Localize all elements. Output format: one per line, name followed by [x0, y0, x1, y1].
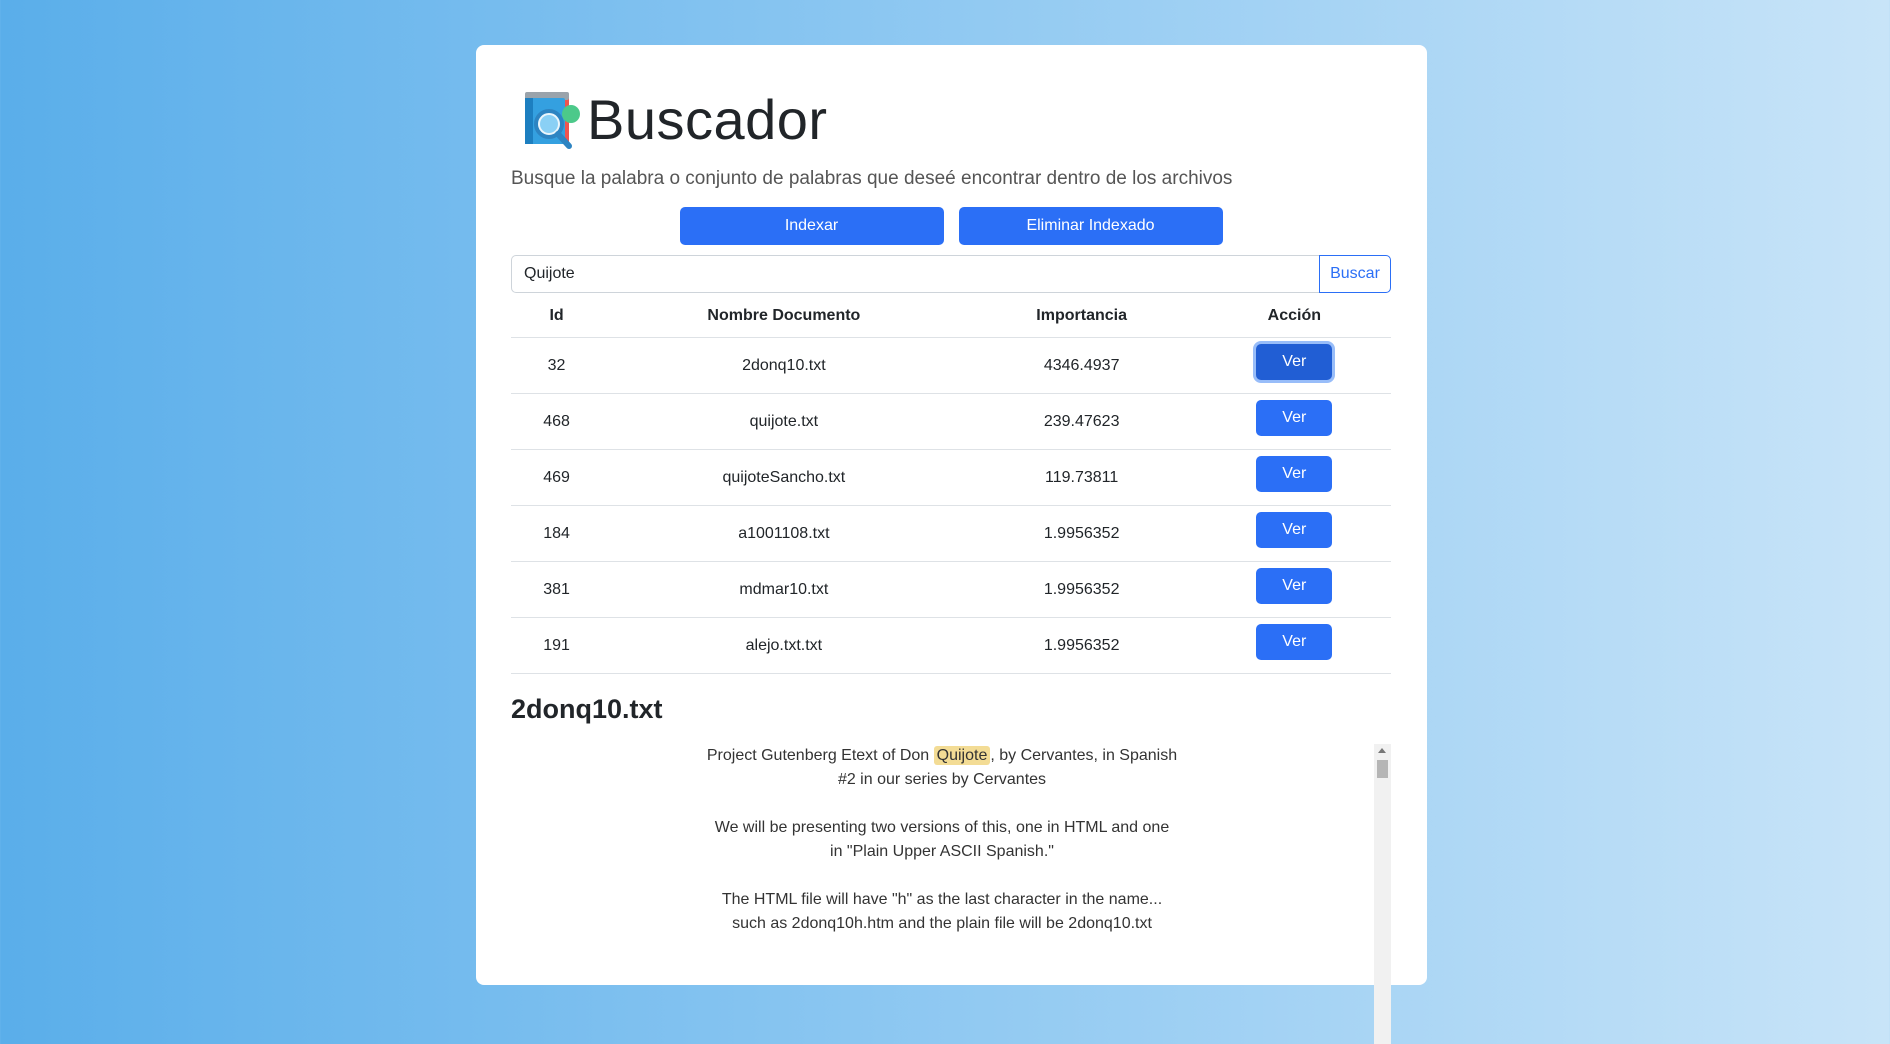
search-input[interactable] — [511, 255, 1319, 293]
results-table: Id Nombre Documento Importancia Acción 3… — [511, 295, 1391, 674]
text-segment: Project Gutenberg Etext of Don — [706, 747, 934, 764]
cell-importance: 4346.4937 — [965, 337, 1198, 394]
cell-action: Ver — [1197, 505, 1391, 562]
card-content: Buscador Busque la palabra o conjunto de… — [511, 85, 1391, 1044]
text-line: #2 in our series by Cervantes — [837, 771, 1047, 788]
app-title: Buscador — [587, 88, 828, 151]
app-header: Buscador — [511, 85, 1391, 155]
cell-document-name: 2donq10.txt — [602, 337, 966, 394]
table-row: 32 2donq10.txt 4346.4937 Ver — [511, 337, 1391, 394]
document-scrollbar[interactable] — [1374, 744, 1391, 1044]
view-button[interactable]: Ver — [1256, 512, 1333, 548]
search-highlight: Quijote — [933, 746, 991, 765]
table-row: 469 quijoteSancho.txt 119.73811 Ver — [511, 449, 1391, 506]
text-line: The HTML file will have "h" as the last … — [721, 891, 1163, 908]
table-row: 468 quijote.txt 239.47623 Ver — [511, 393, 1391, 450]
text-line: We will be presenting two versions of th… — [714, 819, 1170, 836]
cell-importance: 1.9956352 — [965, 617, 1198, 674]
table-row: 191 alejo.txt.txt 1.9956352 Ver — [511, 617, 1391, 674]
scroll-up-arrow-icon[interactable] — [1378, 748, 1386, 753]
main-card: Buscador Busque la palabra o conjunto de… — [476, 45, 1427, 1044]
search-bar: Buscar — [511, 255, 1391, 293]
view-button[interactable]: Ver — [1256, 624, 1333, 660]
cell-id: 184 — [511, 505, 603, 562]
book-search-icon — [525, 92, 580, 149]
cell-importance: 119.73811 — [965, 449, 1198, 506]
document-title: 2donq10.txt — [511, 694, 663, 724]
cell-action: Ver — [1197, 449, 1391, 506]
view-button[interactable]: Ver — [1256, 456, 1333, 492]
scroll-thumb[interactable] — [1377, 760, 1388, 778]
text-segment: , by Cervantes, in Spanish — [990, 747, 1178, 764]
text-line: in "Plain Upper ASCII Spanish." — [830, 843, 1054, 860]
cell-document-name: quijote.txt — [602, 393, 966, 450]
cell-id: 468 — [511, 393, 603, 450]
cell-id: 32 — [511, 337, 603, 394]
table-row: 184 a1001108.txt 1.9956352 Ver — [511, 505, 1391, 562]
action-buttons: Indexar Eliminar Indexado — [511, 207, 1391, 245]
header-document-name: Nombre Documento — [602, 295, 966, 338]
header-action: Acción — [1197, 295, 1391, 338]
cell-importance: 1.9956352 — [965, 505, 1198, 562]
cell-action: Ver — [1197, 561, 1391, 618]
cell-action: Ver — [1197, 393, 1391, 450]
cell-importance: 1.9956352 — [965, 561, 1198, 618]
cell-id: 191 — [511, 617, 603, 674]
view-button[interactable]: Ver — [1256, 568, 1333, 604]
cell-document-name: quijoteSancho.txt — [602, 449, 966, 506]
table-header-row: Id Nombre Documento Importancia Acción — [511, 295, 1391, 338]
delete-index-button[interactable]: Eliminar Indexado — [958, 207, 1223, 245]
header-id: Id — [511, 295, 603, 338]
view-button[interactable]: Ver — [1256, 344, 1333, 380]
cell-id: 469 — [511, 449, 603, 506]
cell-id: 381 — [511, 561, 603, 618]
text-line: such as 2donq10h.htm and the plain file … — [732, 915, 1152, 932]
document-viewer[interactable]: Project Gutenberg Etext of Don Quijote, … — [511, 744, 1391, 1044]
view-button[interactable]: Ver — [1256, 400, 1333, 436]
index-button[interactable]: Indexar — [679, 207, 944, 245]
search-button[interactable]: Buscar — [1319, 255, 1391, 293]
cell-document-name: mdmar10.txt — [602, 561, 966, 618]
document-text: Project Gutenberg Etext of Don Quijote, … — [511, 744, 1373, 936]
cell-importance: 239.47623 — [965, 393, 1198, 450]
cell-action: Ver — [1197, 337, 1391, 394]
app-subtitle: Busque la palabra o conjunto de palabras… — [511, 168, 1233, 189]
header-importance: Importancia — [965, 295, 1198, 338]
cell-document-name: alejo.txt.txt — [602, 617, 966, 674]
cell-action: Ver — [1197, 617, 1391, 674]
table-row: 381 mdmar10.txt 1.9956352 Ver — [511, 561, 1391, 618]
cell-document-name: a1001108.txt — [602, 505, 966, 562]
